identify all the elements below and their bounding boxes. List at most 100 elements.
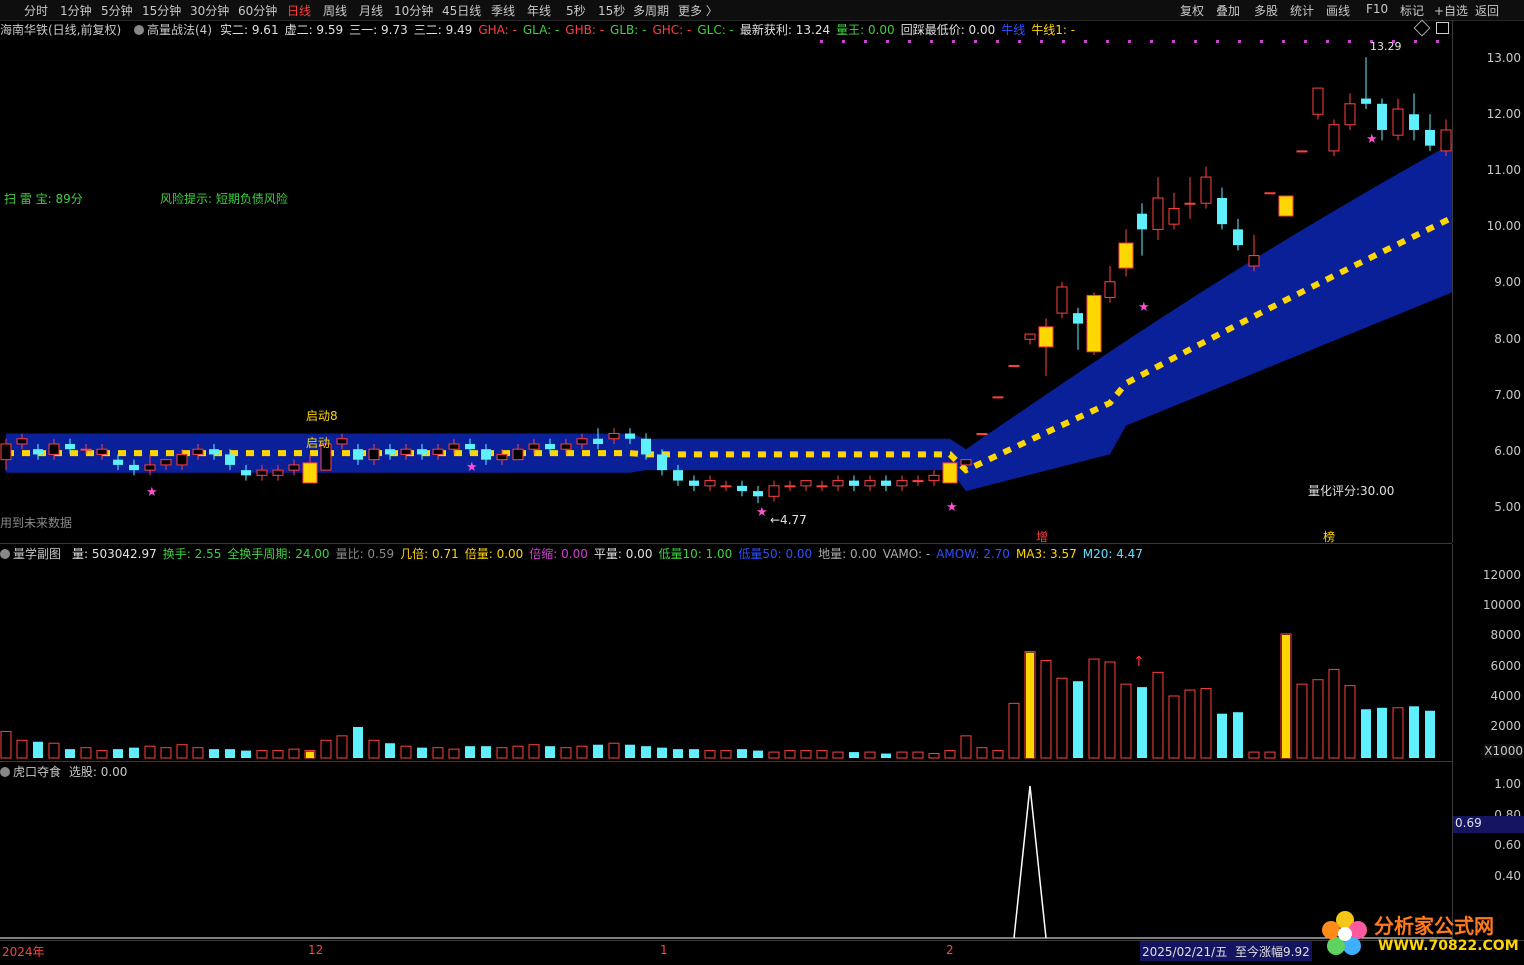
period-tab-16[interactable]: 更多 〉 <box>678 2 718 19</box>
candle <box>704 475 716 492</box>
period-tab-6[interactable]: 日线 <box>287 2 311 19</box>
risk-label: 风险提示: 短期负债风险 <box>160 192 288 206</box>
price-tick-7: 6.00 <box>1494 443 1521 458</box>
collapse-icon[interactable] <box>0 767 10 777</box>
indicator-chart[interactable] <box>0 780 1452 940</box>
toolbar-button-8[interactable]: 返回 <box>1475 2 1499 19</box>
candle <box>1361 57 1371 110</box>
candle <box>1233 218 1243 251</box>
volume-bar <box>864 751 876 759</box>
period-tab-10[interactable]: 45日线 <box>442 2 481 19</box>
dot-marker <box>1436 40 1439 43</box>
candle <box>1296 150 1308 153</box>
toolbar-button-1[interactable]: 叠加 <box>1216 2 1240 19</box>
volume-chart[interactable]: ↑ <box>0 562 1452 760</box>
dot-marker <box>1304 40 1307 43</box>
period-tab-2[interactable]: 5分钟 <box>101 2 133 19</box>
volume-bar <box>992 750 1004 759</box>
period-tab-13[interactable]: 5秒 <box>566 2 586 19</box>
volume-panel-name[interactable]: 量学副图 <box>0 545 61 562</box>
volume-bar <box>753 750 763 758</box>
period-tab-1[interactable]: 1分钟 <box>60 2 92 19</box>
candle <box>1137 203 1147 256</box>
info-field-13: 牛线 <box>1001 23 1026 37</box>
period-tab-4[interactable]: 30分钟 <box>190 2 229 19</box>
candle <box>1377 98 1387 141</box>
candle <box>1200 166 1212 209</box>
toolbar-button-2[interactable]: 多股 <box>1254 2 1278 19</box>
volume-tick-3: 6000 <box>1490 658 1521 673</box>
period-tab-8[interactable]: 月线 <box>359 2 383 19</box>
volume-bar <box>256 750 268 759</box>
period-tab-12[interactable]: 年线 <box>527 2 551 19</box>
candle <box>689 475 699 492</box>
toolbar-button-6[interactable]: 标记 <box>1400 2 1424 19</box>
volume-bar <box>593 744 603 758</box>
info-field-12: 回踩最低价: 0.00 <box>900 23 996 37</box>
period-tab-5[interactable]: 60分钟 <box>238 2 277 19</box>
dot-marker <box>1084 40 1087 43</box>
indicator-panel-name[interactable]: 虎口夺食 选股: 0.00 <box>0 763 127 780</box>
price-tick-1: 12.00 <box>1486 107 1521 122</box>
candle <box>1104 266 1116 303</box>
candle <box>1152 177 1164 240</box>
period-tab-14[interactable]: 15秒 <box>598 2 625 19</box>
volume-bar <box>816 750 828 759</box>
volume-bar <box>1137 687 1147 758</box>
period-tab-3[interactable]: 15分钟 <box>142 2 181 19</box>
volume-bar <box>1296 683 1308 759</box>
dot-marker <box>1172 40 1175 43</box>
volume-bar <box>241 750 251 758</box>
volume-bar <box>912 751 924 759</box>
indicator-tick-2: 0.60 <box>1494 838 1521 853</box>
dot-marker <box>908 40 911 43</box>
volume-bar <box>849 752 859 758</box>
flower-logo-icon <box>1322 911 1367 955</box>
volume-bar <box>272 750 284 759</box>
indicator-values: 实二: 9.61 虚二: 9.59 三一: 9.73 三二: 9.49 GHA: - GL… <box>220 21 1081 38</box>
info-field-1: 虚二: 9.59 <box>284 23 344 37</box>
toolbar-button-0[interactable]: 复权 <box>1180 2 1204 19</box>
dot-marker <box>1128 40 1131 43</box>
volume-bar <box>1104 661 1116 759</box>
dot-marker <box>1414 40 1417 43</box>
volume-bar <box>1200 688 1212 759</box>
volume-field-0: 量: 503042.97 <box>72 547 157 561</box>
toolbar-button-5[interactable]: F10 <box>1366 2 1388 16</box>
candle <box>720 480 732 492</box>
volume-bar <box>385 743 395 758</box>
toolbar-button-7[interactable]: +自选 <box>1434 2 1468 19</box>
volume-bar <box>368 739 380 759</box>
price-tick-0: 13.00 <box>1486 51 1521 65</box>
candle <box>896 475 908 492</box>
candlestick-chart[interactable]: ★ ★ ★ ★ ★ ★ <box>0 37 1452 542</box>
dot-marker <box>842 40 845 43</box>
toolbar-button-4[interactable]: 画线 <box>1326 2 1350 19</box>
window-icon[interactable] <box>1436 22 1449 34</box>
diamond-icon[interactable] <box>1413 19 1431 37</box>
collapse-icon[interactable] <box>134 25 144 35</box>
volume-bar <box>976 747 988 759</box>
star-marker: ★ <box>146 485 158 500</box>
volume-bar <box>113 749 123 758</box>
volume-bar <box>1152 671 1164 759</box>
volume-bar <box>320 739 332 759</box>
collapse-icon[interactable] <box>0 549 10 559</box>
period-tab-7[interactable]: 周线 <box>323 2 347 19</box>
volume-bar <box>720 750 732 759</box>
indicator-tick-3: 0.40 <box>1494 869 1521 884</box>
volume-bar <box>33 741 43 758</box>
volume-bar <box>784 750 796 759</box>
period-tab-0[interactable]: 分时 <box>24 2 48 19</box>
period-tab-15[interactable]: 多周期 <box>633 2 669 19</box>
candle <box>816 480 828 492</box>
volume-bar <box>192 747 204 759</box>
toolbar-button-3[interactable]: 统计 <box>1290 2 1314 19</box>
indicator-name[interactable]: 高量战法(4) <box>134 21 212 38</box>
period-tab-9[interactable]: 10分钟 <box>394 2 433 19</box>
volume-bar <box>1344 685 1356 759</box>
star-marker: ★ <box>466 460 478 475</box>
period-tab-11[interactable]: 季线 <box>491 2 515 19</box>
volume-bar <box>737 749 747 758</box>
candle <box>1312 87 1324 120</box>
